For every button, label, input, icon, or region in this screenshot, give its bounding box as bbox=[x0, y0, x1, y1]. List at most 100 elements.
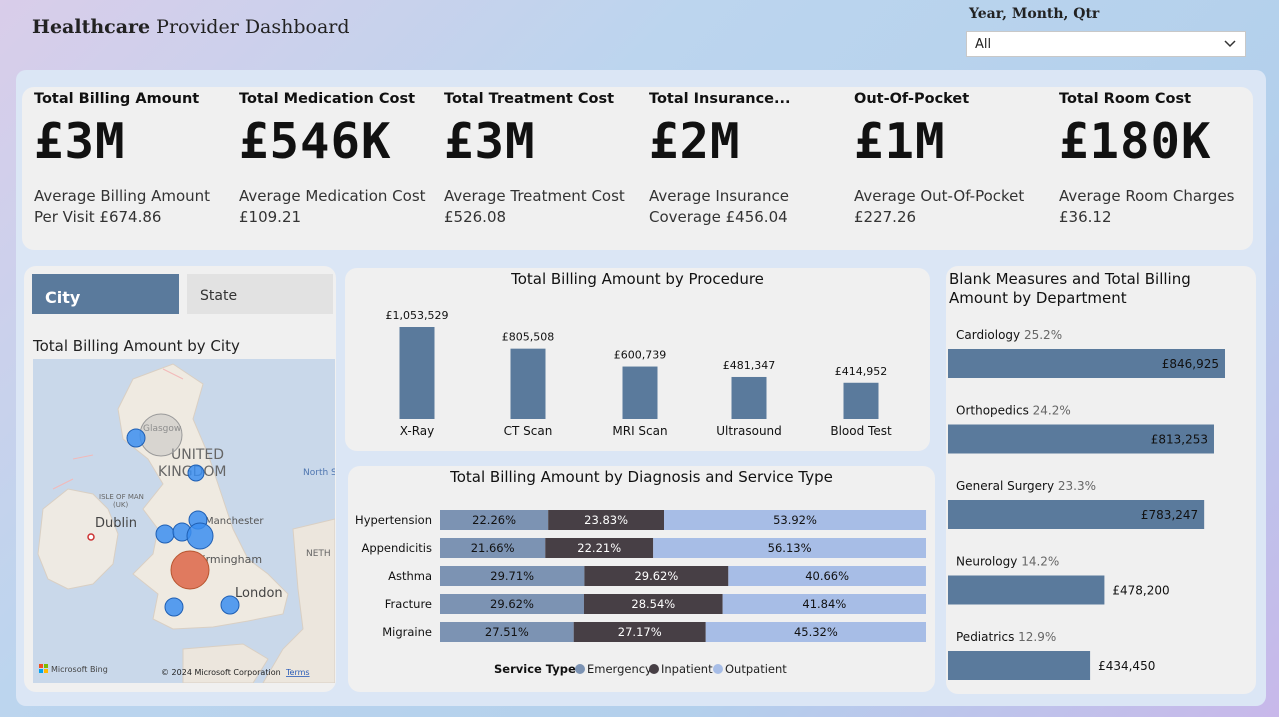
city-bubble[interactable] bbox=[164, 597, 184, 617]
city-toggle-button[interactable]: City bbox=[32, 274, 179, 314]
diagnosis-segment-label: 27.17% bbox=[618, 625, 662, 639]
department-bar-label: £813,253 bbox=[1151, 433, 1208, 447]
department-percent: 23.3% bbox=[1058, 479, 1096, 493]
map-brand: Microsoft Bing bbox=[51, 665, 108, 674]
map-label-united: UNITED bbox=[171, 447, 224, 463]
diagnosis-stacked-bar-chart: Hypertension 22.26% 23.83% 53.92% Appendicit… bbox=[355, 510, 927, 676]
department-bar-label: £478,200 bbox=[1112, 584, 1169, 598]
kpi-value: £3M bbox=[444, 113, 536, 170]
procedure-bar[interactable] bbox=[622, 366, 658, 419]
procedure-category-label: CT Scan bbox=[504, 424, 553, 438]
kpi-card-room: Total Room Cost £180K Average Room Charg… bbox=[1059, 87, 1259, 250]
department-bar-label: £783,247 bbox=[1141, 508, 1198, 522]
department-label: General Surgery 23.3% bbox=[956, 479, 1096, 493]
city-bubble[interactable] bbox=[186, 522, 214, 550]
map-terms-link[interactable]: Terms bbox=[285, 668, 310, 677]
department-percent: 14.2% bbox=[1021, 555, 1059, 569]
department-chart-title-line1: Blank Measures and Total Billing bbox=[949, 270, 1191, 288]
date-slicer-dropdown[interactable]: All bbox=[966, 31, 1246, 57]
kpi-card-medication: Total Medication Cost £546K Average Medi… bbox=[239, 87, 439, 250]
procedure-bar-label: £1,053,529 bbox=[386, 309, 449, 322]
department-chart-title: Blank Measures and Total Billing Amount … bbox=[949, 270, 1249, 308]
diagnosis-category-label: Asthma bbox=[388, 569, 432, 583]
kpi-title: Out-Of-Pocket bbox=[854, 91, 970, 107]
diagnosis-segment-label: 56.13% bbox=[768, 541, 812, 555]
diagnosis-segment-label: 21.66% bbox=[471, 541, 515, 555]
kpi-title: Total Room Cost bbox=[1059, 91, 1192, 107]
kpi-card-billing: Total Billing Amount £3M Average Billing… bbox=[34, 87, 234, 250]
procedure-chart-title: Total Billing Amount by Procedure bbox=[511, 270, 764, 288]
diagnosis-segment-label: 40.66% bbox=[805, 569, 849, 583]
procedure-category-label: Blood Test bbox=[830, 424, 892, 438]
kpi-card-out-of-pocket: Out-Of-Pocket £1M Average Out-Of-Pocket … bbox=[854, 87, 1054, 250]
legend-marker bbox=[575, 664, 585, 674]
department-bar[interactable] bbox=[948, 575, 1105, 605]
map-label-london: London bbox=[235, 586, 283, 601]
map-label-isle-of-man: ISLE OF MAN bbox=[99, 493, 144, 501]
diagnosis-segment-label: 45.32% bbox=[794, 625, 838, 639]
map-label-dublin: Dublin bbox=[95, 516, 137, 531]
diagnosis-segment-label: 29.71% bbox=[490, 569, 534, 583]
city-bubble-glasgow[interactable] bbox=[139, 413, 183, 457]
procedure-bar-label: £805,508 bbox=[502, 331, 555, 344]
city-bubble[interactable] bbox=[155, 524, 175, 544]
city-map[interactable]: UNITED KINGDOM Dublin Manchester Birming… bbox=[33, 359, 335, 683]
department-label: Neurology 14.2% bbox=[956, 555, 1059, 569]
map-label-isle-of-man-uk: (UK) bbox=[113, 501, 128, 509]
kpi-title: Total Insurance... bbox=[649, 91, 791, 107]
department-percent: 25.2% bbox=[1024, 328, 1062, 342]
diagnosis-segment-label: 22.26% bbox=[472, 513, 516, 527]
legend-marker bbox=[649, 664, 659, 674]
kpi-subtitle: Average Treatment Cost £526.08 bbox=[444, 187, 625, 226]
page-title: Healthcare Provider Dashboard bbox=[32, 16, 350, 38]
diagnosis-category-label: Fracture bbox=[385, 597, 432, 611]
department-bar-chart: Cardiology 25.2% £846,925 Orthopedics 24.2… bbox=[948, 328, 1225, 680]
diagnosis-segment-label: 27.51% bbox=[485, 625, 529, 639]
diagnosis-category-label: Migraine bbox=[382, 625, 432, 639]
kpi-value: £2M bbox=[649, 113, 741, 170]
legend-title: Service Type bbox=[494, 662, 576, 676]
procedure-bar[interactable] bbox=[510, 348, 546, 419]
diagnosis-segment-label: 29.62% bbox=[490, 597, 534, 611]
department-label: Cardiology 25.2% bbox=[956, 328, 1062, 342]
diagnosis-category-label: Appendicitis bbox=[361, 541, 432, 555]
map-title: Total Billing Amount by City bbox=[33, 337, 240, 355]
legend-item[interactable]: Inpatient bbox=[661, 662, 713, 676]
map-label-north-sea: North S bbox=[303, 468, 335, 478]
department-bar-label: £434,450 bbox=[1098, 659, 1155, 673]
city-bubble-london[interactable] bbox=[220, 595, 240, 615]
department-bar[interactable] bbox=[948, 651, 1091, 680]
procedure-bar-label: £481,347 bbox=[723, 359, 776, 372]
kpi-value: £180K bbox=[1059, 113, 1212, 170]
department-chart-title-line2: Amount by Department bbox=[949, 289, 1127, 307]
diagnosis-segment-label: 23.83% bbox=[584, 513, 628, 527]
map-attribution: © 2024 Microsoft Corporation bbox=[161, 668, 281, 677]
state-toggle-button[interactable]: State bbox=[187, 274, 333, 314]
procedure-bar[interactable] bbox=[399, 327, 435, 419]
department-percent: 12.9% bbox=[1018, 630, 1056, 644]
procedure-category-label: X-Ray bbox=[400, 424, 434, 438]
city-bubble[interactable] bbox=[126, 428, 146, 448]
legend-item[interactable]: Outpatient bbox=[725, 662, 787, 676]
kpi-title: Total Billing Amount bbox=[34, 91, 200, 107]
procedure-category-label: Ultrasound bbox=[716, 424, 782, 438]
kpi-value: £3M bbox=[34, 113, 126, 170]
diagnosis-segment-label: 53.92% bbox=[773, 513, 817, 527]
diagnosis-segment-label: 41.84% bbox=[802, 597, 846, 611]
procedure-bar[interactable] bbox=[843, 382, 879, 419]
kpi-title: Total Medication Cost bbox=[239, 91, 416, 107]
procedure-bar-chart: £1,053,529 X-Ray £805,508 CT Scan £600,739 MR… bbox=[386, 309, 892, 438]
diagnosis-segment-label: 22.21% bbox=[577, 541, 621, 555]
map-label-manchester: Manchester bbox=[205, 516, 264, 527]
city-bubble[interactable] bbox=[187, 464, 205, 482]
procedure-bar[interactable] bbox=[731, 376, 767, 419]
kpi-subtitle: Average Insurance Coverage £456.04 bbox=[649, 187, 789, 226]
kpi-subtitle: Average Billing Amount Per Visit £674.86 bbox=[34, 187, 211, 226]
kpi-subtitle: Average Medication Cost £109.21 bbox=[239, 187, 426, 226]
city-bubble-birmingham[interactable] bbox=[170, 550, 210, 590]
department-label: Orthopedics 24.2% bbox=[956, 404, 1071, 418]
legend-item[interactable]: Emergency bbox=[587, 662, 652, 676]
diagnosis-segment-label: 28.54% bbox=[631, 597, 675, 611]
date-slicer-label: Year, Month, Qtr bbox=[969, 6, 1100, 22]
department-label: Pediatrics 12.9% bbox=[956, 630, 1056, 644]
